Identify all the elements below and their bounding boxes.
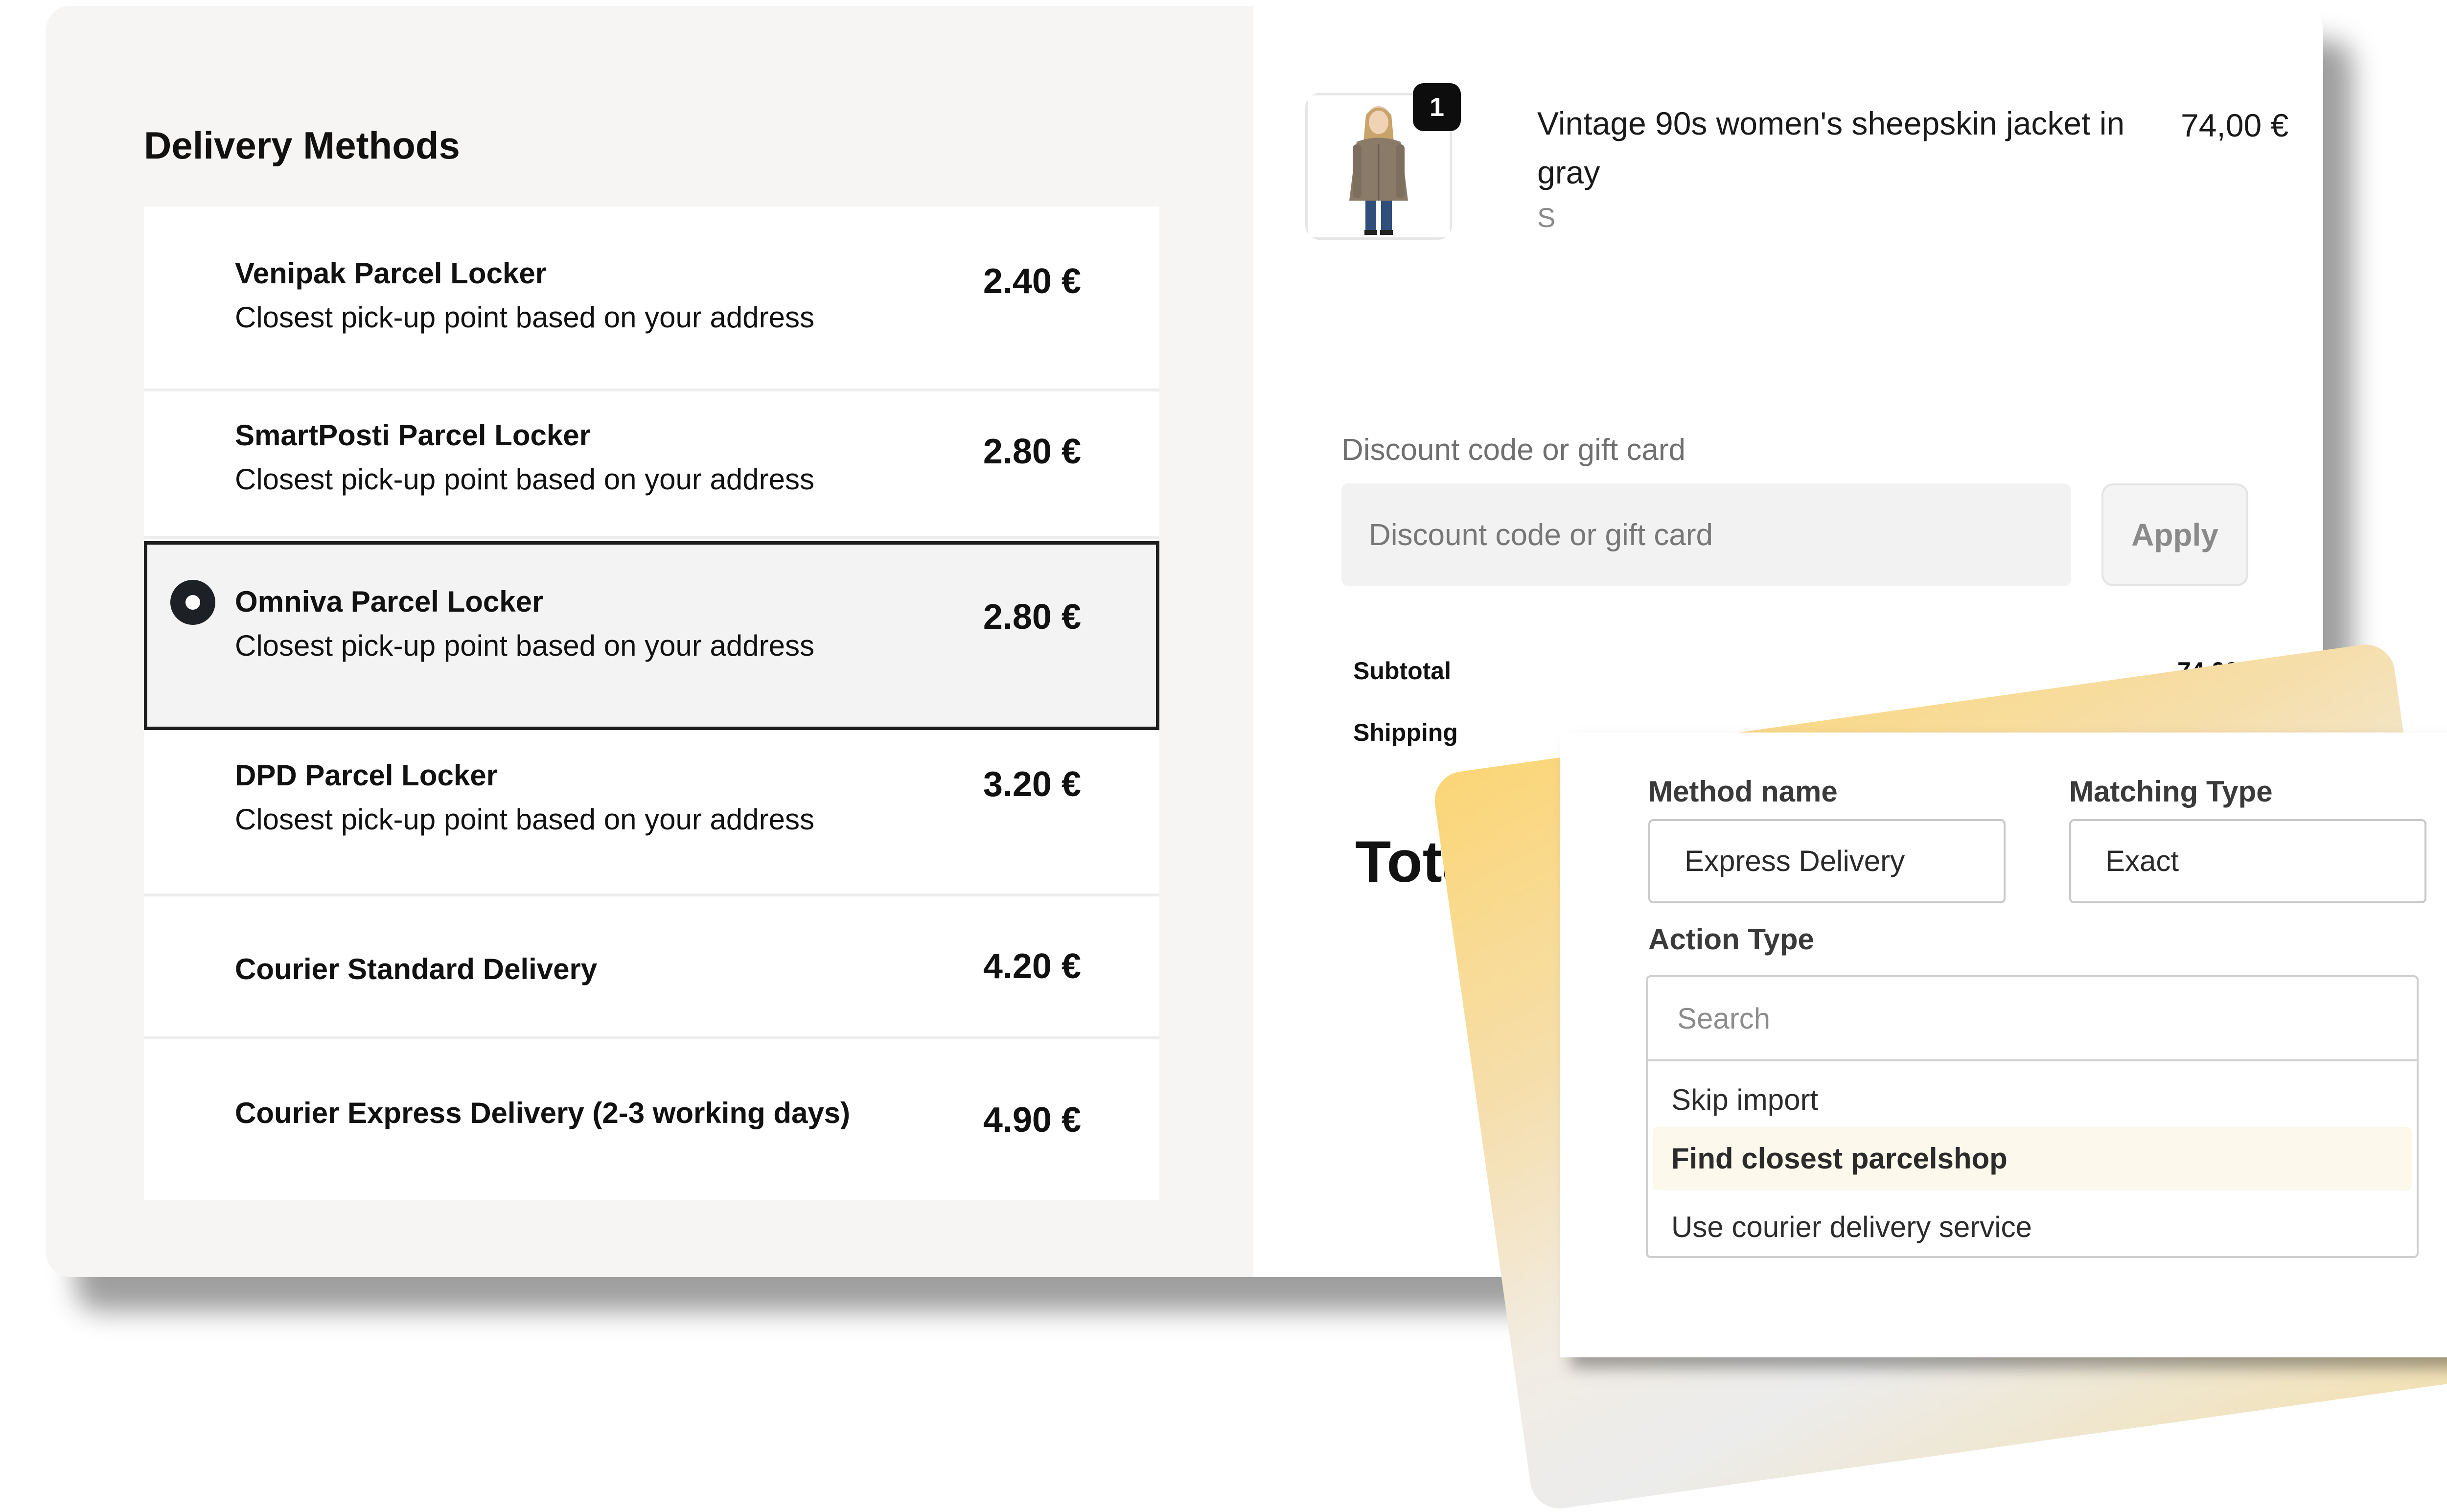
method-description: Closest pick-up point based on your addr…	[235, 463, 815, 496]
delivery-method-omniva[interactable]: Omniva Parcel Locker Closest pick-up poi…	[144, 541, 1159, 730]
shipping-label: Shipping	[1353, 719, 1458, 746]
quantity-badge: 1	[1413, 83, 1461, 131]
product-variant: S	[1537, 202, 1556, 233]
method-description: Closest pick-up point based on your addr…	[235, 803, 815, 836]
product-price: 74,00 €	[2181, 107, 2289, 143]
option-skip-import[interactable]: Skip import	[1653, 1068, 2412, 1132]
delivery-methods-title: Delivery Methods	[144, 124, 460, 167]
action-type-dropdown: Skip import Find closest parcelshop Use …	[1646, 975, 2419, 1258]
action-type-search-input[interactable]	[1648, 977, 2417, 1061]
delivery-method-dpd[interactable]: DPD Parcel Locker Closest pick-up point …	[144, 730, 1159, 896]
delivery-method-courier-standard[interactable]: Courier Standard Delivery 4.20 €	[144, 896, 1159, 1039]
method-description: Closest pick-up point based on your addr…	[235, 629, 815, 662]
option-use-courier-delivery[interactable]: Use courier delivery service	[1653, 1195, 2412, 1259]
method-name: Venipak Parcel Locker	[235, 257, 547, 290]
method-name: Omniva Parcel Locker	[235, 585, 544, 618]
method-name: Courier Express Delivery (2-3 working da…	[235, 1097, 851, 1129]
method-name: Courier Standard Delivery	[235, 953, 598, 985]
method-price: 2.40 €	[983, 262, 1081, 301]
subtotal-label: Subtotal	[1353, 657, 1451, 685]
delivery-method-venipak[interactable]: Venipak Parcel Locker Closest pick-up po…	[144, 206, 1159, 391]
discount-label: Discount code or gift card	[1341, 433, 1686, 467]
apply-button[interactable]: Apply	[2101, 483, 2248, 586]
discount-code-input[interactable]	[1341, 483, 2071, 586]
matching-type-label: Matching Type	[2069, 775, 2273, 808]
delivery-methods-list: Venipak Parcel Locker Closest pick-up po…	[144, 206, 1159, 1200]
method-price: 2.80 €	[983, 597, 1081, 637]
radio-selected-icon[interactable]	[170, 580, 215, 625]
action-type-label: Action Type	[1648, 923, 1814, 956]
method-name: SmartPosti Parcel Locker	[235, 419, 591, 452]
option-find-closest-parcelshop[interactable]: Find closest parcelshop	[1653, 1127, 2412, 1191]
method-price: 4.90 €	[983, 1100, 1081, 1140]
method-price: 4.20 €	[983, 947, 1081, 986]
delivery-method-courier-express[interactable]: Courier Express Delivery (2-3 working da…	[144, 1039, 1159, 1200]
method-name: DPD Parcel Locker	[235, 759, 498, 792]
delivery-pane: Delivery Methods Venipak Parcel Locker C…	[46, 6, 1253, 1277]
method-price: 2.80 €	[983, 432, 1081, 471]
delivery-method-smartposti[interactable]: SmartPosti Parcel Locker Closest pick-up…	[144, 391, 1159, 539]
matching-type-field[interactable]: Exact	[2069, 819, 2426, 903]
method-price: 3.20 €	[983, 765, 1081, 804]
method-name-field[interactable]: Express Delivery	[1648, 819, 2006, 903]
product-title: Vintage 90s women's sheepskin jacket in …	[1537, 105, 2125, 190]
method-mapping-panel: Method name Express Delivery Matching Ty…	[1560, 733, 2447, 1357]
method-description: Closest pick-up point based on your addr…	[235, 301, 815, 334]
method-name-label: Method name	[1648, 775, 1838, 808]
